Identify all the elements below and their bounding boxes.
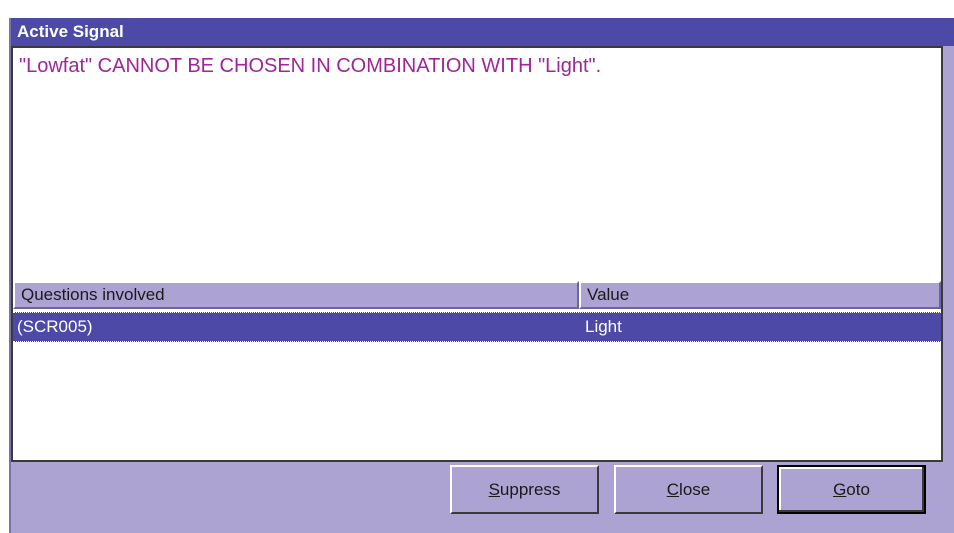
table-row[interactable]: (SCR005) Light — [13, 312, 941, 342]
close-mnemonic: C — [666, 479, 680, 499]
title-bar: Active Signal — [11, 18, 954, 46]
signal-message: "Lowfat" CANNOT BE CHOSEN IN COMBINATION… — [19, 55, 602, 77]
dialog-title: Active Signal — [17, 22, 124, 41]
suppress-button[interactable]: Suppress — [450, 465, 599, 514]
close-button[interactable]: Close — [614, 465, 763, 514]
active-signal-dialog: Active Signal "Lowfat" CANNOT BE CHOSEN … — [9, 18, 954, 533]
column-header-value[interactable]: Value — [579, 281, 941, 309]
goto-label: oto — [846, 479, 870, 499]
message-panel: "Lowfat" CANNOT BE CHOSEN IN COMBINATION… — [11, 46, 943, 272]
goto-mnemonic: G — [833, 479, 847, 499]
value-cell: Light — [585, 317, 622, 336]
list-header: Questions involved Value — [13, 281, 941, 309]
column-header-questions[interactable]: Questions involved — [13, 281, 579, 309]
close-label: lose — [679, 479, 711, 499]
questions-list[interactable]: Questions involved Value (SCR005) Light — [11, 272, 943, 462]
goto-button[interactable]: Goto — [777, 465, 926, 514]
suppress-mnemonic: S — [488, 479, 500, 499]
question-cell: (SCR005) — [17, 317, 93, 336]
suppress-label: uppress — [499, 479, 561, 499]
